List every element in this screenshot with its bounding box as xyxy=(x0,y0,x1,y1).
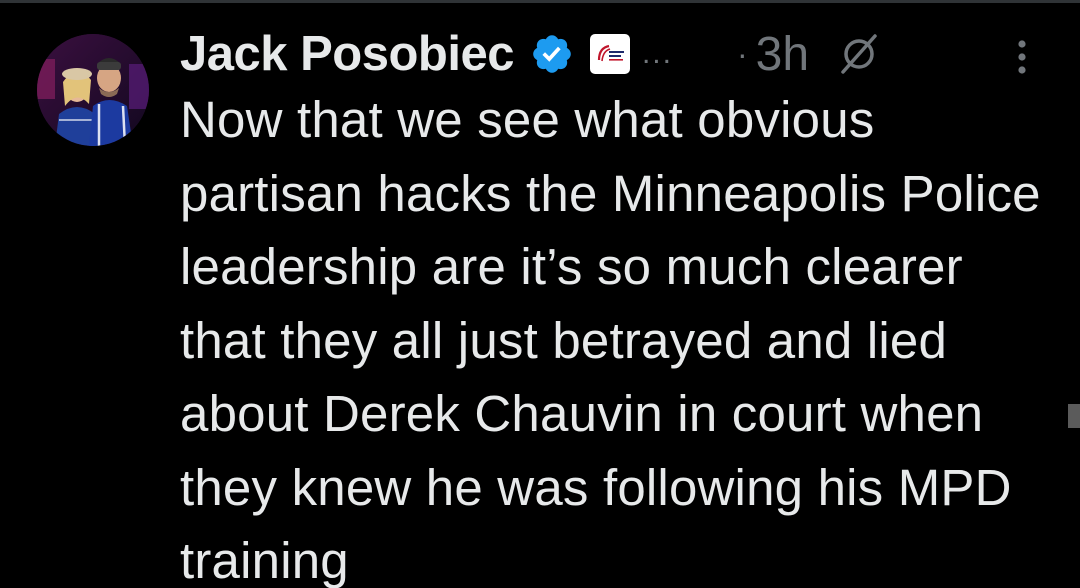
display-name[interactable]: Jack Posobiec xyxy=(180,26,514,82)
top-divider xyxy=(0,0,1080,3)
separator-dot: · xyxy=(736,35,748,72)
tweet-text: Now that we see what obvious partisan ha… xyxy=(180,91,1041,588)
affiliation-badge[interactable] xyxy=(589,34,630,74)
grok-icon[interactable] xyxy=(835,30,883,78)
scrollbar-thumb[interactable] xyxy=(1068,404,1080,428)
avatar[interactable] xyxy=(37,34,149,146)
timestamp[interactable]: 3h xyxy=(756,27,809,82)
verified-badge-icon[interactable] xyxy=(530,32,574,76)
name-overflow: ... xyxy=(641,37,673,70)
tweet-header: Jack Posobiec ... · 3h xyxy=(180,22,883,86)
more-vertical-icon[interactable] xyxy=(1010,38,1034,78)
